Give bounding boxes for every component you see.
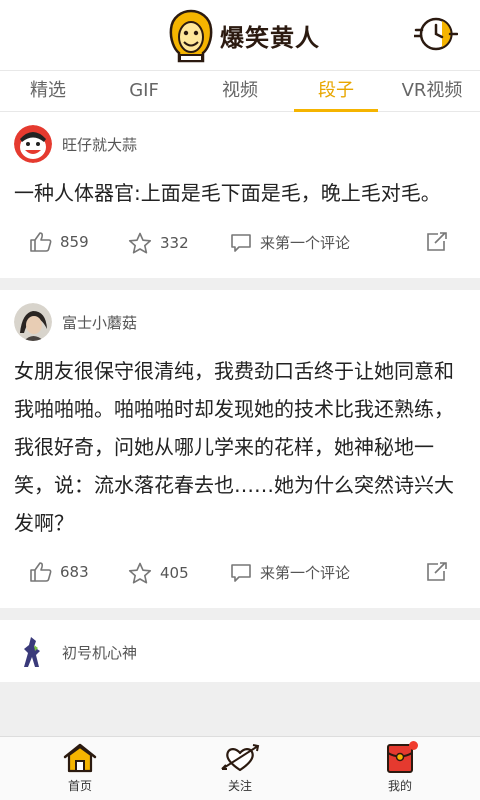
notification-dot: [409, 741, 418, 750]
favorite-button[interactable]: 405: [128, 562, 189, 584]
star-icon: [128, 562, 152, 584]
like-button[interactable]: 683: [30, 562, 89, 582]
favorite-count: 405: [160, 564, 189, 582]
post-actions: 683 405 来第一个评论: [14, 542, 466, 608]
history-button[interactable]: [412, 14, 459, 54]
like-count: 859: [60, 233, 89, 251]
like-count: 683: [60, 563, 89, 581]
favorite-count: 332: [160, 234, 189, 252]
thumbs-up-icon: [30, 562, 52, 582]
post-card: 初号机心神: [0, 620, 480, 682]
comment-label: 来第一个评论: [260, 564, 351, 582]
home-icon: [63, 743, 97, 773]
avatar[interactable]: [14, 125, 52, 163]
tab-gif[interactable]: GIF: [96, 71, 192, 111]
comment-icon: [231, 233, 251, 252]
nav-home-label: 首页: [67, 779, 92, 793]
favorite-button[interactable]: 332: [128, 232, 189, 254]
app-header: 爆笑黄人: [0, 0, 480, 70]
comment-icon: [231, 563, 251, 582]
nav-mine[interactable]: 我的: [320, 737, 480, 800]
nav-mine-label: 我的: [387, 779, 412, 793]
author-name[interactable]: 初号机心神: [62, 642, 137, 663]
avatar[interactable]: [14, 633, 52, 671]
post-actions: 859 332 来第一个评论: [14, 212, 466, 278]
post-card: 富士小蘑菇 女朋友很保守很清纯，我费劲口舌终于让她同意和我啪啪啪。啪啪啪时却发现…: [0, 290, 480, 608]
comment-button[interactable]: 来第一个评论: [230, 562, 350, 583]
author-name[interactable]: 旺仔就大蒜: [62, 134, 137, 155]
post-author-row[interactable]: 初号机心神: [14, 620, 466, 682]
tab-video[interactable]: 视频: [192, 71, 288, 111]
share-icon: [427, 562, 447, 581]
nav-follow[interactable]: 关注: [160, 737, 320, 800]
tab-jokes[interactable]: 段子: [288, 71, 384, 112]
star-icon: [128, 232, 152, 254]
app-logo: 爆笑黄人: [166, 6, 320, 64]
post-feed[interactable]: 旺仔就大蒜 一种人体器官:上面是毛下面是毛，晚上毛对毛。 859 332 来第一: [0, 112, 480, 736]
heart-arrow-icon: [221, 744, 260, 772]
clock-history-icon: [412, 17, 459, 51]
author-name[interactable]: 富士小蘑菇: [62, 312, 137, 333]
share-button[interactable]: [426, 562, 456, 582]
like-button[interactable]: 859: [30, 232, 89, 252]
share-button[interactable]: [426, 232, 456, 252]
post-text[interactable]: 女朋友很保守很清纯，我费劲口舌终于让她同意和我啪啪啪。啪啪啪时却发现她的技术比我…: [14, 352, 466, 542]
nav-follow-label: 关注: [227, 779, 252, 793]
category-tabs: 精选 GIF 视频 段子 VR视频: [0, 70, 480, 112]
bottom-nav: 首页 关注 我的: [0, 736, 480, 800]
nav-home[interactable]: 首页: [0, 737, 160, 800]
tab-vr-video[interactable]: VR视频: [384, 71, 480, 111]
post-author-row[interactable]: 富士小蘑菇: [14, 290, 466, 352]
comment-label: 来第一个评论: [260, 234, 351, 252]
yellow-face-logo-icon: [166, 9, 216, 63]
post-text[interactable]: 一种人体器官:上面是毛下面是毛，晚上毛对毛。: [14, 174, 466, 212]
thumbs-up-icon: [30, 232, 52, 252]
app-title: 爆笑黄人: [220, 23, 320, 52]
post-author-row[interactable]: 旺仔就大蒜: [14, 112, 466, 174]
share-icon: [427, 232, 447, 251]
avatar[interactable]: [14, 303, 52, 341]
comment-button[interactable]: 来第一个评论: [230, 232, 350, 253]
tab-featured[interactable]: 精选: [0, 71, 96, 111]
post-card: 旺仔就大蒜 一种人体器官:上面是毛下面是毛，晚上毛对毛。 859 332 来第一: [0, 112, 480, 278]
